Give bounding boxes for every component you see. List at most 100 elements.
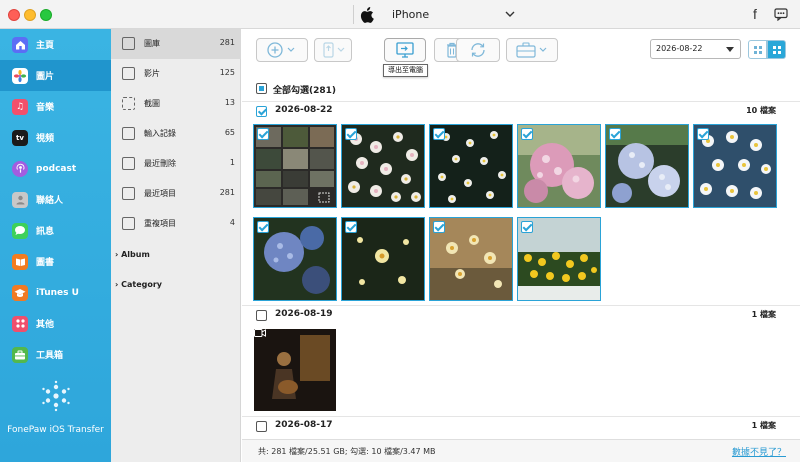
export-tooltip: 導出至電腦 — [383, 64, 428, 77]
select-all-checkbox[interactable] — [256, 83, 267, 94]
grid-view-button[interactable] — [767, 40, 786, 59]
photo-checkbox[interactable] — [345, 221, 357, 233]
phone-export-icon — [323, 42, 345, 58]
photo-thumbnail[interactable] — [341, 124, 425, 208]
video-icon — [254, 329, 266, 337]
category-panel: 圖庫 281 影片 125 截圖 13 輸入記錄 65 最近刪除 1 最近項目 … — [111, 29, 241, 462]
photo-thumbnail[interactable] — [517, 217, 601, 301]
itunes-u-icon — [12, 284, 28, 301]
books-icon — [12, 253, 28, 270]
sync-button[interactable] — [456, 38, 500, 62]
category-label: 輸入記錄 — [144, 129, 176, 138]
home-icon — [12, 36, 28, 53]
app-window: iPhone f 主頁 圖片 ♫ 音樂 tv 視頻 podcast 聯絡人 訊息… — [0, 0, 800, 462]
trash-icon — [122, 157, 135, 170]
data-missing-link[interactable]: 數據不見了？ — [732, 445, 786, 458]
sidebar-item-music[interactable]: ♫ 音樂 — [0, 91, 111, 122]
photo-checkbox[interactable] — [345, 128, 357, 140]
category-label: 截圖 — [144, 99, 160, 108]
feedback-icon[interactable] — [774, 8, 788, 21]
brand-name: FonePaw iOS Transfer — [7, 425, 104, 435]
close-window-button[interactable] — [8, 9, 20, 21]
category-count: 125 — [219, 68, 235, 77]
group-label: Album — [121, 250, 150, 259]
date-group-checkbox[interactable] — [256, 106, 267, 117]
sidebar-item-videos[interactable]: tv 視頻 — [0, 122, 111, 153]
sidebar-item-photos[interactable]: 圖片 — [0, 60, 111, 91]
date-group-label: 2026-08-22 — [275, 105, 333, 115]
category-count: 13 — [224, 98, 235, 107]
photo-checkbox[interactable] — [433, 221, 445, 233]
toolbox-button[interactable] — [506, 38, 558, 62]
zoom-window-button[interactable] — [40, 9, 52, 21]
video-camera-icon — [122, 67, 135, 80]
category-imports[interactable]: 輸入記錄 65 — [111, 119, 241, 149]
dropdown-arrow-icon — [726, 47, 734, 52]
date-group-checkbox[interactable] — [256, 421, 267, 432]
status-bar: 共: 281 檔案/25.51 GB; 勾選: 10 檔案/3.47 MB 數據… — [242, 439, 800, 462]
photo-thumbnail[interactable] — [693, 124, 777, 208]
sidebar-item-podcast[interactable]: podcast — [0, 153, 111, 184]
album-group-toggle[interactable]: › Album — [115, 250, 150, 259]
sidebar-item-label: 主頁 — [36, 41, 55, 51]
podcast-icon — [12, 160, 28, 177]
photo-thumbnail[interactable] — [517, 124, 601, 208]
category-count: 281 — [219, 188, 235, 197]
category-duplicates[interactable]: 重複項目 4 — [111, 209, 241, 239]
fonepaw-logo-icon — [42, 380, 70, 412]
toolbox-icon — [516, 42, 547, 58]
sidebar-item-label: 視頻 — [36, 134, 55, 144]
grid-view-icon — [772, 45, 781, 54]
photo-thumbnail[interactable] — [341, 217, 425, 301]
video-thumbnail[interactable] — [254, 329, 336, 411]
chevron-down-icon — [505, 11, 515, 17]
group-label: Category — [121, 280, 162, 289]
category-label: 圖庫 — [144, 39, 160, 48]
photo-checkbox[interactable] — [609, 128, 621, 140]
add-button[interactable] — [256, 38, 308, 62]
photo-thumbnail[interactable] — [429, 124, 513, 208]
export-to-pc-button[interactable] — [384, 38, 426, 62]
photo-checkbox[interactable] — [697, 128, 709, 140]
photo-thumbnail[interactable] — [253, 124, 337, 208]
sidebar-item-contacts[interactable]: 聯絡人 — [0, 184, 111, 215]
photo-checkbox[interactable] — [521, 128, 533, 140]
photo-checkbox[interactable] — [257, 128, 269, 140]
sidebar-item-itunes-u[interactable]: iTunes U — [0, 277, 111, 308]
sidebar-item-books[interactable]: 圖書 — [0, 246, 111, 277]
photo-thumbnail[interactable] — [429, 217, 513, 301]
toolbox-icon — [12, 346, 28, 363]
minimize-window-button[interactable] — [24, 9, 36, 21]
sidebar-item-messages[interactable]: 訊息 — [0, 215, 111, 246]
device-selector[interactable] — [354, 0, 522, 29]
category-recents[interactable]: 最近項目 281 — [111, 179, 241, 209]
sidebar-item-toolbox[interactable]: 工具箱 — [0, 339, 111, 370]
date-group-header: 2026-08-17 1 檔案 — [242, 416, 800, 436]
category-recently-deleted[interactable]: 最近刪除 1 — [111, 149, 241, 179]
sidebar-item-label: 訊息 — [36, 227, 55, 237]
device-name: iPhone — [392, 8, 430, 21]
photo-thumbnail[interactable] — [605, 124, 689, 208]
category-screenshots[interactable]: 截圖 13 — [111, 89, 241, 119]
facebook-icon[interactable]: f — [753, 6, 757, 22]
photo-checkbox[interactable] — [257, 221, 269, 233]
sidebar-item-home[interactable]: 主頁 — [0, 29, 111, 60]
date-group-checkbox[interactable] — [256, 310, 267, 321]
list-view-button[interactable] — [748, 40, 767, 59]
photo-checkbox[interactable] — [521, 221, 533, 233]
category-videos[interactable]: 影片 125 — [111, 59, 241, 89]
photo-thumbnail[interactable] — [253, 217, 337, 301]
date-filter-value: 2026-08-22 — [656, 44, 703, 53]
category-group-toggle[interactable]: › Category — [115, 280, 162, 289]
sidebar-item-other[interactable]: 其他 — [0, 308, 111, 339]
date-group-header: 2026-08-22 10 檔案 — [242, 101, 800, 121]
chevron-right-icon: › — [115, 250, 119, 259]
other-icon — [12, 315, 28, 332]
add-icon — [267, 42, 295, 58]
date-group-label: 2026-08-17 — [275, 420, 333, 430]
export-to-device-button[interactable] — [314, 38, 352, 62]
category-library[interactable]: 圖庫 281 — [111, 29, 241, 59]
main-content: 2026-08-22 全部勾選(281) 2026-08-22 10 檔案 20… — [242, 29, 800, 462]
photo-checkbox[interactable] — [433, 128, 445, 140]
date-filter-select[interactable]: 2026-08-22 — [650, 39, 741, 59]
